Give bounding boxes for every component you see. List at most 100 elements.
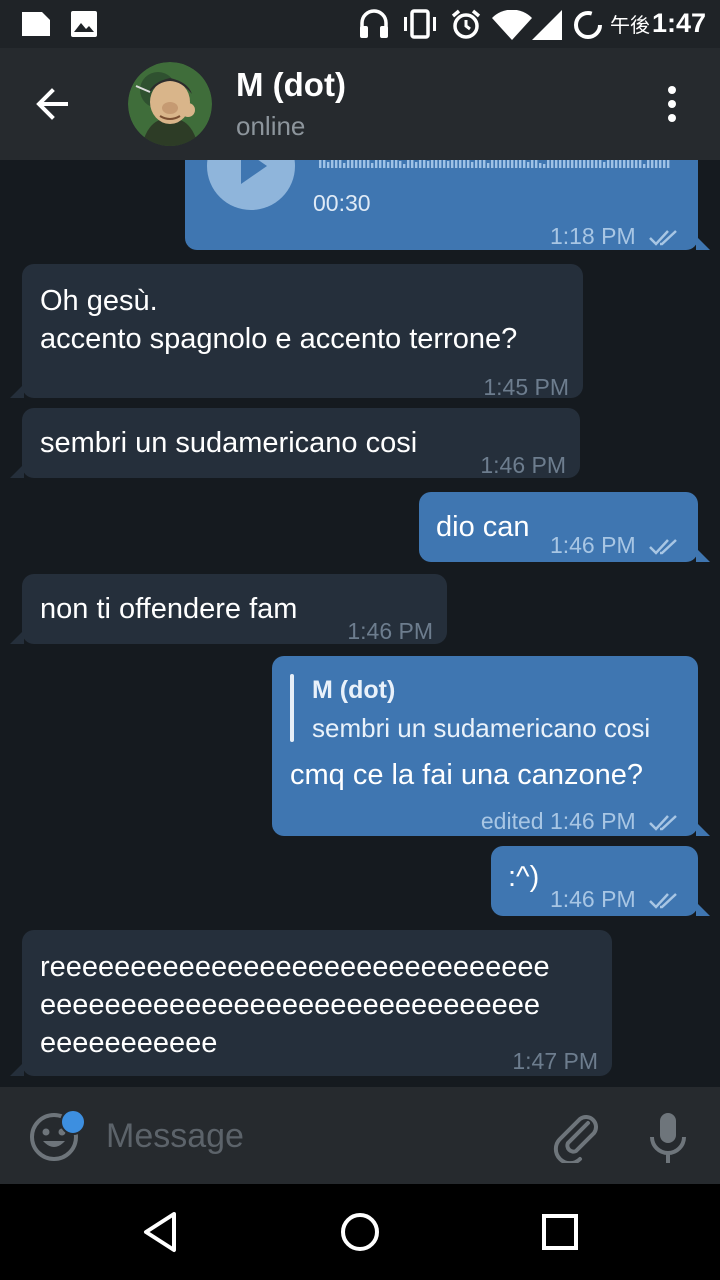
waveform-bar xyxy=(363,160,366,168)
waveform-bar xyxy=(567,160,570,168)
waveform-bar xyxy=(443,160,446,168)
nav-recents-icon[interactable] xyxy=(536,1208,584,1256)
waveform-bar xyxy=(423,160,426,168)
waveform-bar xyxy=(487,163,490,168)
waveform-bar xyxy=(639,160,642,168)
reply-quote-bar xyxy=(290,674,294,742)
message-composer xyxy=(0,1087,720,1184)
waveform-bar xyxy=(343,163,346,168)
waveform-bar xyxy=(623,160,626,168)
waveform-bar xyxy=(447,161,450,168)
nav-home-icon[interactable] xyxy=(336,1208,384,1256)
waveform-bar xyxy=(427,161,430,168)
waveform-bar xyxy=(391,160,394,168)
message-list[interactable]: 00:30 1:18 PM Oh gesù. accento spagnolo … xyxy=(0,160,720,1087)
message-bubble[interactable]: :^) 1:46 PM xyxy=(491,846,710,916)
waveform-bar xyxy=(667,160,670,168)
waveform-bar xyxy=(551,160,554,168)
reply-quote-text: sembri un sudamericano cosi xyxy=(312,713,651,743)
waveform-bar xyxy=(607,160,610,168)
waveform-bar xyxy=(647,160,650,168)
message-bubble[interactable]: dio can 1:46 PM xyxy=(419,492,710,564)
waveform-bar xyxy=(347,160,350,168)
waveform-bar xyxy=(615,160,618,168)
alarm-icon xyxy=(451,9,481,39)
waveform-bar xyxy=(491,160,494,168)
waveform-bar xyxy=(579,160,582,168)
avatar[interactable] xyxy=(128,62,212,146)
waveform-bar xyxy=(419,160,422,168)
chat-title[interactable]: M (dot) xyxy=(236,66,346,104)
status-bar: 午後1:47 xyxy=(0,0,720,48)
waveform-bar xyxy=(471,162,474,168)
waveform-bar xyxy=(575,160,578,168)
message-text: Oh gesù. accento spagnolo e accento terr… xyxy=(40,285,518,355)
waveform-bar xyxy=(407,160,410,168)
waveform-bar xyxy=(435,160,438,168)
message-text: sembri un sudamericano cosi xyxy=(40,427,418,459)
waveform-bar xyxy=(591,160,594,168)
message-bubble[interactable]: sembri un sudamericano cosi 1:46 PM xyxy=(10,408,580,478)
message-bubble[interactable]: reeeeeeeeeeeeeeeeeeeeeeeeeeeeeee eeeeeee… xyxy=(10,930,612,1076)
waveform-bar xyxy=(507,160,510,168)
back-arrow-icon[interactable] xyxy=(26,80,84,128)
voice-duration: 00:30 xyxy=(313,190,371,216)
headphones-icon xyxy=(360,9,388,38)
waveform-bar xyxy=(583,160,586,168)
waveform-bar xyxy=(631,160,634,168)
waveform-bar xyxy=(375,160,378,168)
voice-message[interactable]: 00:30 1:18 PM xyxy=(185,160,710,250)
waveform-bar xyxy=(383,160,386,168)
waveform-bar xyxy=(483,160,486,168)
more-vert-icon[interactable] xyxy=(656,84,688,124)
battery-icon xyxy=(574,11,602,39)
waveform-bar xyxy=(355,160,358,168)
waveform-bar xyxy=(503,160,506,168)
wifi-icon xyxy=(492,10,532,40)
message-time: 1:46 PM xyxy=(550,526,682,564)
message-bubble[interactable]: non ti offendere fam 1:46 PM xyxy=(10,574,447,644)
reply-message[interactable]: M (dot) sembri un sudamericano cosi cmq … xyxy=(272,656,710,836)
signal-icon xyxy=(532,10,562,40)
play-button[interactable] xyxy=(207,160,295,210)
double-check-icon xyxy=(649,815,677,831)
waveform-bar xyxy=(411,160,414,168)
waveform-bar xyxy=(327,162,330,168)
waveform-bar xyxy=(563,160,566,168)
message-input[interactable] xyxy=(104,1109,528,1163)
chat-header: M (dot) online xyxy=(0,48,720,160)
waveform-bar xyxy=(627,160,630,168)
message-text: reeeeeeeeeeeeeeeeeeeeeeeeeeeeeee eeeeeee… xyxy=(40,951,550,1059)
waveform-bar xyxy=(515,160,518,168)
attach-icon[interactable] xyxy=(548,1107,604,1163)
waveform-bar xyxy=(495,160,498,168)
waveform-bar xyxy=(415,162,418,168)
waveform-bar xyxy=(479,160,482,168)
status-time: 午後1:47 xyxy=(609,8,706,38)
waveform-bar xyxy=(643,164,646,168)
waveform[interactable] xyxy=(319,160,675,168)
notification-dot xyxy=(60,1109,86,1135)
waveform-bar xyxy=(539,163,542,168)
waveform-bar xyxy=(439,160,442,168)
message-time: 1:18 PM xyxy=(550,217,682,255)
message-text: cmq ce la fai una canzone? xyxy=(290,759,644,791)
waveform-bar xyxy=(395,160,398,168)
waveform-bar xyxy=(599,160,602,168)
message-bubble[interactable]: Oh gesù. accento spagnolo e accento terr… xyxy=(10,264,583,400)
nav-back-icon[interactable] xyxy=(138,1208,186,1256)
message-time: edited 1:46 PM xyxy=(481,802,682,840)
waveform-bar xyxy=(543,164,546,168)
message-time: 1:46 PM xyxy=(480,452,566,478)
waveform-bar xyxy=(359,160,362,168)
waveform-bar xyxy=(547,160,550,168)
message-text: :^) xyxy=(508,861,540,893)
waveform-bar xyxy=(467,160,470,168)
waveform-bar xyxy=(431,160,434,168)
waveform-bar xyxy=(323,160,326,168)
waveform-bar xyxy=(659,160,662,168)
mic-icon[interactable] xyxy=(644,1109,692,1165)
waveform-bar xyxy=(559,160,562,168)
message-time: 1:45 PM xyxy=(483,374,569,400)
vibrate-icon xyxy=(404,9,436,39)
